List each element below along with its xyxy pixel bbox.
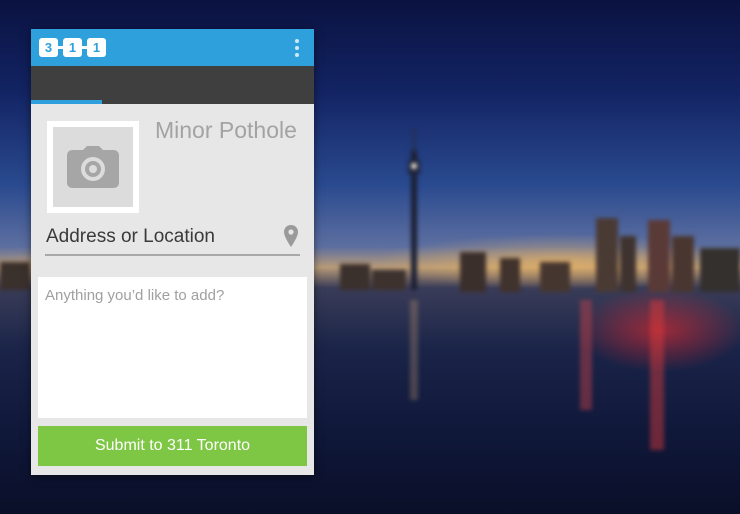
menu-dot — [295, 46, 299, 50]
active-tab-indicator[interactable] — [31, 100, 102, 104]
location-pin-icon[interactable] — [284, 225, 298, 247]
logo-digit: 1 — [87, 37, 106, 57]
add-photo-button[interactable] — [47, 121, 139, 213]
photo-placeholder — [53, 127, 133, 207]
menu-dot — [295, 39, 299, 43]
submit-button[interactable]: Submit to 311 Toronto — [38, 426, 307, 466]
menu-dot — [295, 53, 299, 57]
address-value: Address or Location — [46, 226, 215, 247]
logo-digit: 3 — [39, 37, 58, 57]
issue-title: Minor Pothole — [155, 117, 297, 143]
report-card: 3 1 1 Minor Pothole Address or Location — [31, 29, 314, 475]
kebab-menu-icon[interactable] — [294, 39, 300, 57]
tab-bar — [31, 66, 314, 104]
notes-placeholder: Anything you’d like to add? — [45, 287, 225, 304]
address-input[interactable]: Address or Location — [45, 221, 300, 256]
logo-digit: 1 — [63, 37, 82, 57]
notes-textarea[interactable]: Anything you’d like to add? — [38, 277, 307, 418]
app-bar: 3 1 1 — [31, 29, 314, 66]
camera-icon — [67, 146, 119, 188]
app-logo: 3 1 1 — [39, 36, 106, 58]
